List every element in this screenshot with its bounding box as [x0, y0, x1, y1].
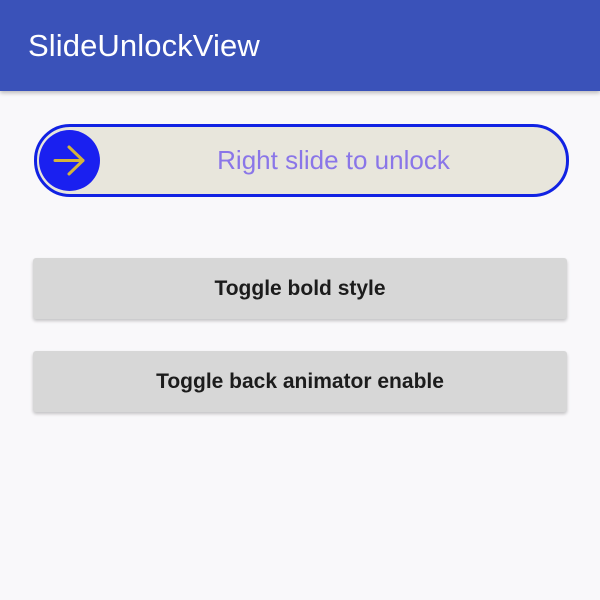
slide-unlock-view[interactable]: Right slide to unlock [34, 124, 569, 197]
toggle-bold-style-button[interactable]: Toggle bold style [33, 258, 567, 319]
slider-label: Right slide to unlock [217, 145, 450, 175]
arrow-right-icon [53, 145, 85, 176]
app-bar: SlideUnlockView [0, 0, 600, 91]
app-screen: SlideUnlockView Right slide to unlock To… [0, 0, 600, 600]
app-title: SlideUnlockView [28, 28, 260, 63]
toggle-back-animator-button[interactable]: Toggle back animator enable [33, 351, 567, 412]
slider-thumb[interactable] [39, 130, 100, 191]
